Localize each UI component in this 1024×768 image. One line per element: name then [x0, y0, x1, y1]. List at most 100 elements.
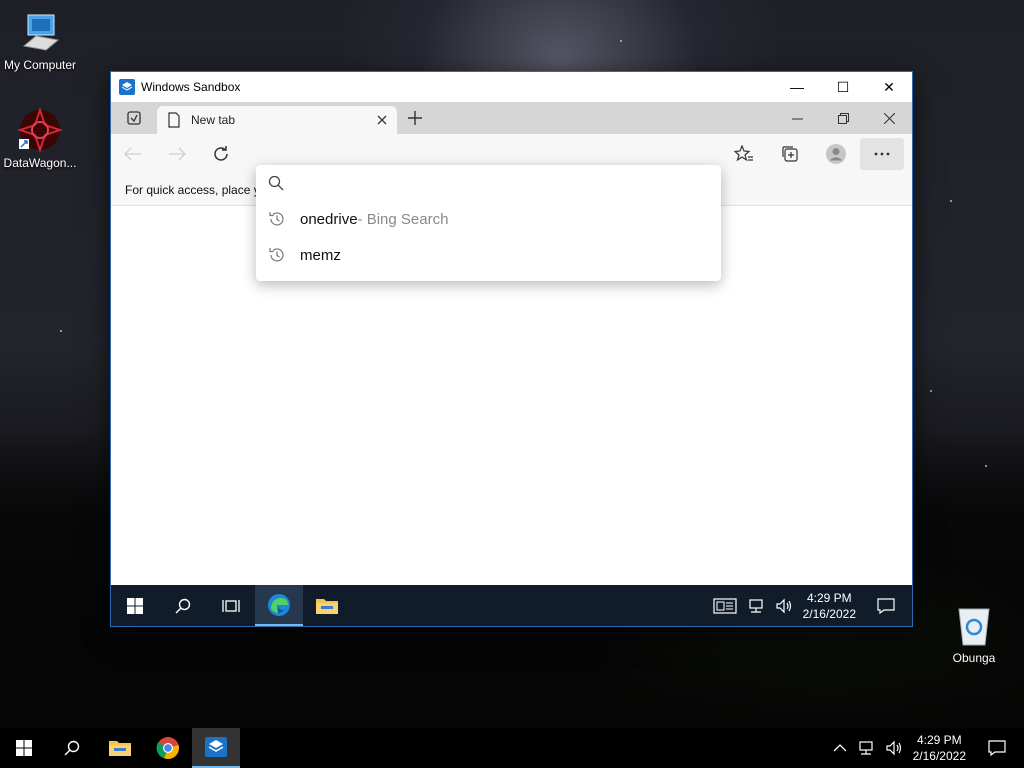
- back-button[interactable]: [111, 138, 155, 170]
- network-icon[interactable]: [857, 740, 875, 756]
- sandbox-window: Windows Sandbox — ☐ ✕ New tab For quick …: [110, 71, 913, 627]
- clock-date: 2/16/2022: [912, 749, 966, 763]
- desktop-icon-label: DataWagon...: [3, 156, 77, 170]
- chevron-up-icon[interactable]: [833, 743, 847, 753]
- taskbar-file-explorer[interactable]: [303, 585, 351, 626]
- computer-icon: [16, 8, 64, 56]
- desktop-icon-my-computer[interactable]: My Computer: [0, 8, 80, 72]
- volume-icon[interactable]: [775, 598, 793, 614]
- suggestion-text: memz: [300, 246, 341, 264]
- avatar-icon: [826, 144, 846, 164]
- tab-strip: New tab: [111, 102, 912, 134]
- clock[interactable]: 4:29 PM 2/16/2022: [803, 590, 856, 622]
- new-tab-button[interactable]: [397, 102, 433, 134]
- notification-icon: [877, 597, 895, 614]
- system-tray: 4:29 PM 2/16/2022: [833, 728, 1024, 768]
- suggestion-suffix: - Bing Search: [357, 210, 449, 228]
- refresh-button[interactable]: [199, 138, 243, 170]
- search-button[interactable]: [159, 585, 207, 626]
- recycle-bin-icon: [950, 601, 998, 649]
- sandbox-titlebar[interactable]: Windows Sandbox — ☐ ✕: [111, 72, 912, 102]
- sandbox-app-icon: [119, 79, 135, 95]
- star: [930, 390, 932, 392]
- more-dots-icon: [874, 152, 890, 156]
- address-bar[interactable]: [256, 165, 721, 201]
- suggestion-item[interactable]: onedrive - Bing Search: [256, 201, 721, 237]
- sandbox-taskbar: 4:29 PM 2/16/2022: [111, 585, 912, 626]
- close-icon: [883, 112, 895, 124]
- history-icon: [269, 212, 284, 226]
- maximize-button[interactable]: ☐: [820, 72, 866, 102]
- search-icon: [268, 175, 284, 191]
- arrow-right-icon: [169, 147, 186, 161]
- folder-icon: [109, 741, 131, 756]
- restore-icon: [837, 112, 849, 124]
- sandbox-icon: [205, 737, 227, 757]
- history-icon: [269, 248, 284, 262]
- taskbar-chrome[interactable]: [144, 728, 192, 768]
- edge-icon: [268, 593, 290, 616]
- edge-close-button[interactable]: [866, 102, 912, 134]
- plus-icon: [408, 111, 422, 125]
- suggestion-text: onedrive: [300, 210, 358, 228]
- task-view-icon: [222, 599, 240, 612]
- edge-restore-button[interactable]: [820, 102, 866, 134]
- arrow-left-icon: [124, 147, 141, 161]
- start-button[interactable]: [111, 585, 159, 626]
- tab-title: New tab: [191, 113, 236, 127]
- network-icon[interactable]: [747, 598, 765, 614]
- start-button[interactable]: [0, 728, 48, 768]
- minimize-button[interactable]: —: [774, 72, 820, 102]
- star: [985, 465, 987, 467]
- edge-browser: New tab For quick access, place y onedri…: [111, 102, 912, 585]
- suggestion-item[interactable]: memz: [256, 237, 721, 273]
- taskbar: 4:29 PM 2/16/2022: [0, 728, 1024, 768]
- tab-close-icon[interactable]: [377, 115, 387, 125]
- edge-minimize-button[interactable]: [774, 102, 820, 134]
- collections-button[interactable]: [768, 138, 812, 170]
- omnibox-dropdown: onedrive - Bing Search memz: [256, 165, 721, 281]
- forward-button[interactable]: [155, 138, 199, 170]
- datawagon-icon: [16, 106, 64, 154]
- volume-icon[interactable]: [885, 740, 903, 756]
- star: [950, 200, 952, 202]
- tab-actions-icon: [127, 111, 141, 125]
- star: [620, 40, 622, 42]
- clock-time: 4:29 PM: [916, 733, 962, 747]
- system-tray: 4:29 PM 2/16/2022: [713, 585, 912, 626]
- collections-icon: [782, 146, 798, 162]
- task-view-button[interactable]: [207, 585, 255, 626]
- clock-date: 2/16/2022: [802, 606, 856, 621]
- close-button[interactable]: ✕: [866, 72, 912, 102]
- taskbar-file-explorer[interactable]: [96, 728, 144, 768]
- profile-button[interactable]: [814, 138, 858, 170]
- search-icon: [64, 740, 80, 756]
- chrome-icon: [156, 737, 179, 760]
- tab-new-tab[interactable]: New tab: [157, 106, 397, 134]
- action-center-button[interactable]: [866, 585, 906, 626]
- desktop-icon-label: Obunga: [952, 651, 996, 665]
- minimize-icon: [791, 118, 803, 119]
- settings-more-button[interactable]: [860, 138, 904, 170]
- taskbar-edge[interactable]: [255, 585, 303, 626]
- favorites-button[interactable]: [722, 138, 766, 170]
- search-icon: [175, 598, 191, 613]
- clock[interactable]: 4:29 PM 2/16/2022: [913, 732, 966, 764]
- desktop-icon-datawagon[interactable]: DataWagon...: [0, 106, 80, 170]
- refresh-icon: [214, 146, 228, 161]
- taskbar-windows-sandbox[interactable]: [192, 728, 240, 768]
- tab-actions-button[interactable]: [111, 102, 157, 134]
- notification-icon: [988, 740, 1006, 756]
- desktop-icon-label: My Computer: [3, 58, 77, 72]
- clock-time: 4:29 PM: [806, 590, 852, 605]
- action-center-button[interactable]: [976, 728, 1018, 768]
- windows-logo-icon: [16, 740, 32, 756]
- search-button[interactable]: [48, 728, 96, 768]
- star: [60, 330, 62, 332]
- favorites-bar-hint: For quick access, place y: [125, 182, 260, 197]
- address-input[interactable]: [294, 174, 721, 192]
- desktop-icon-recycle-bin[interactable]: Obunga: [934, 601, 1014, 665]
- page-icon: [168, 112, 180, 128]
- news-widget-icon[interactable]: [713, 597, 737, 614]
- favorites-star-icon: [734, 145, 753, 162]
